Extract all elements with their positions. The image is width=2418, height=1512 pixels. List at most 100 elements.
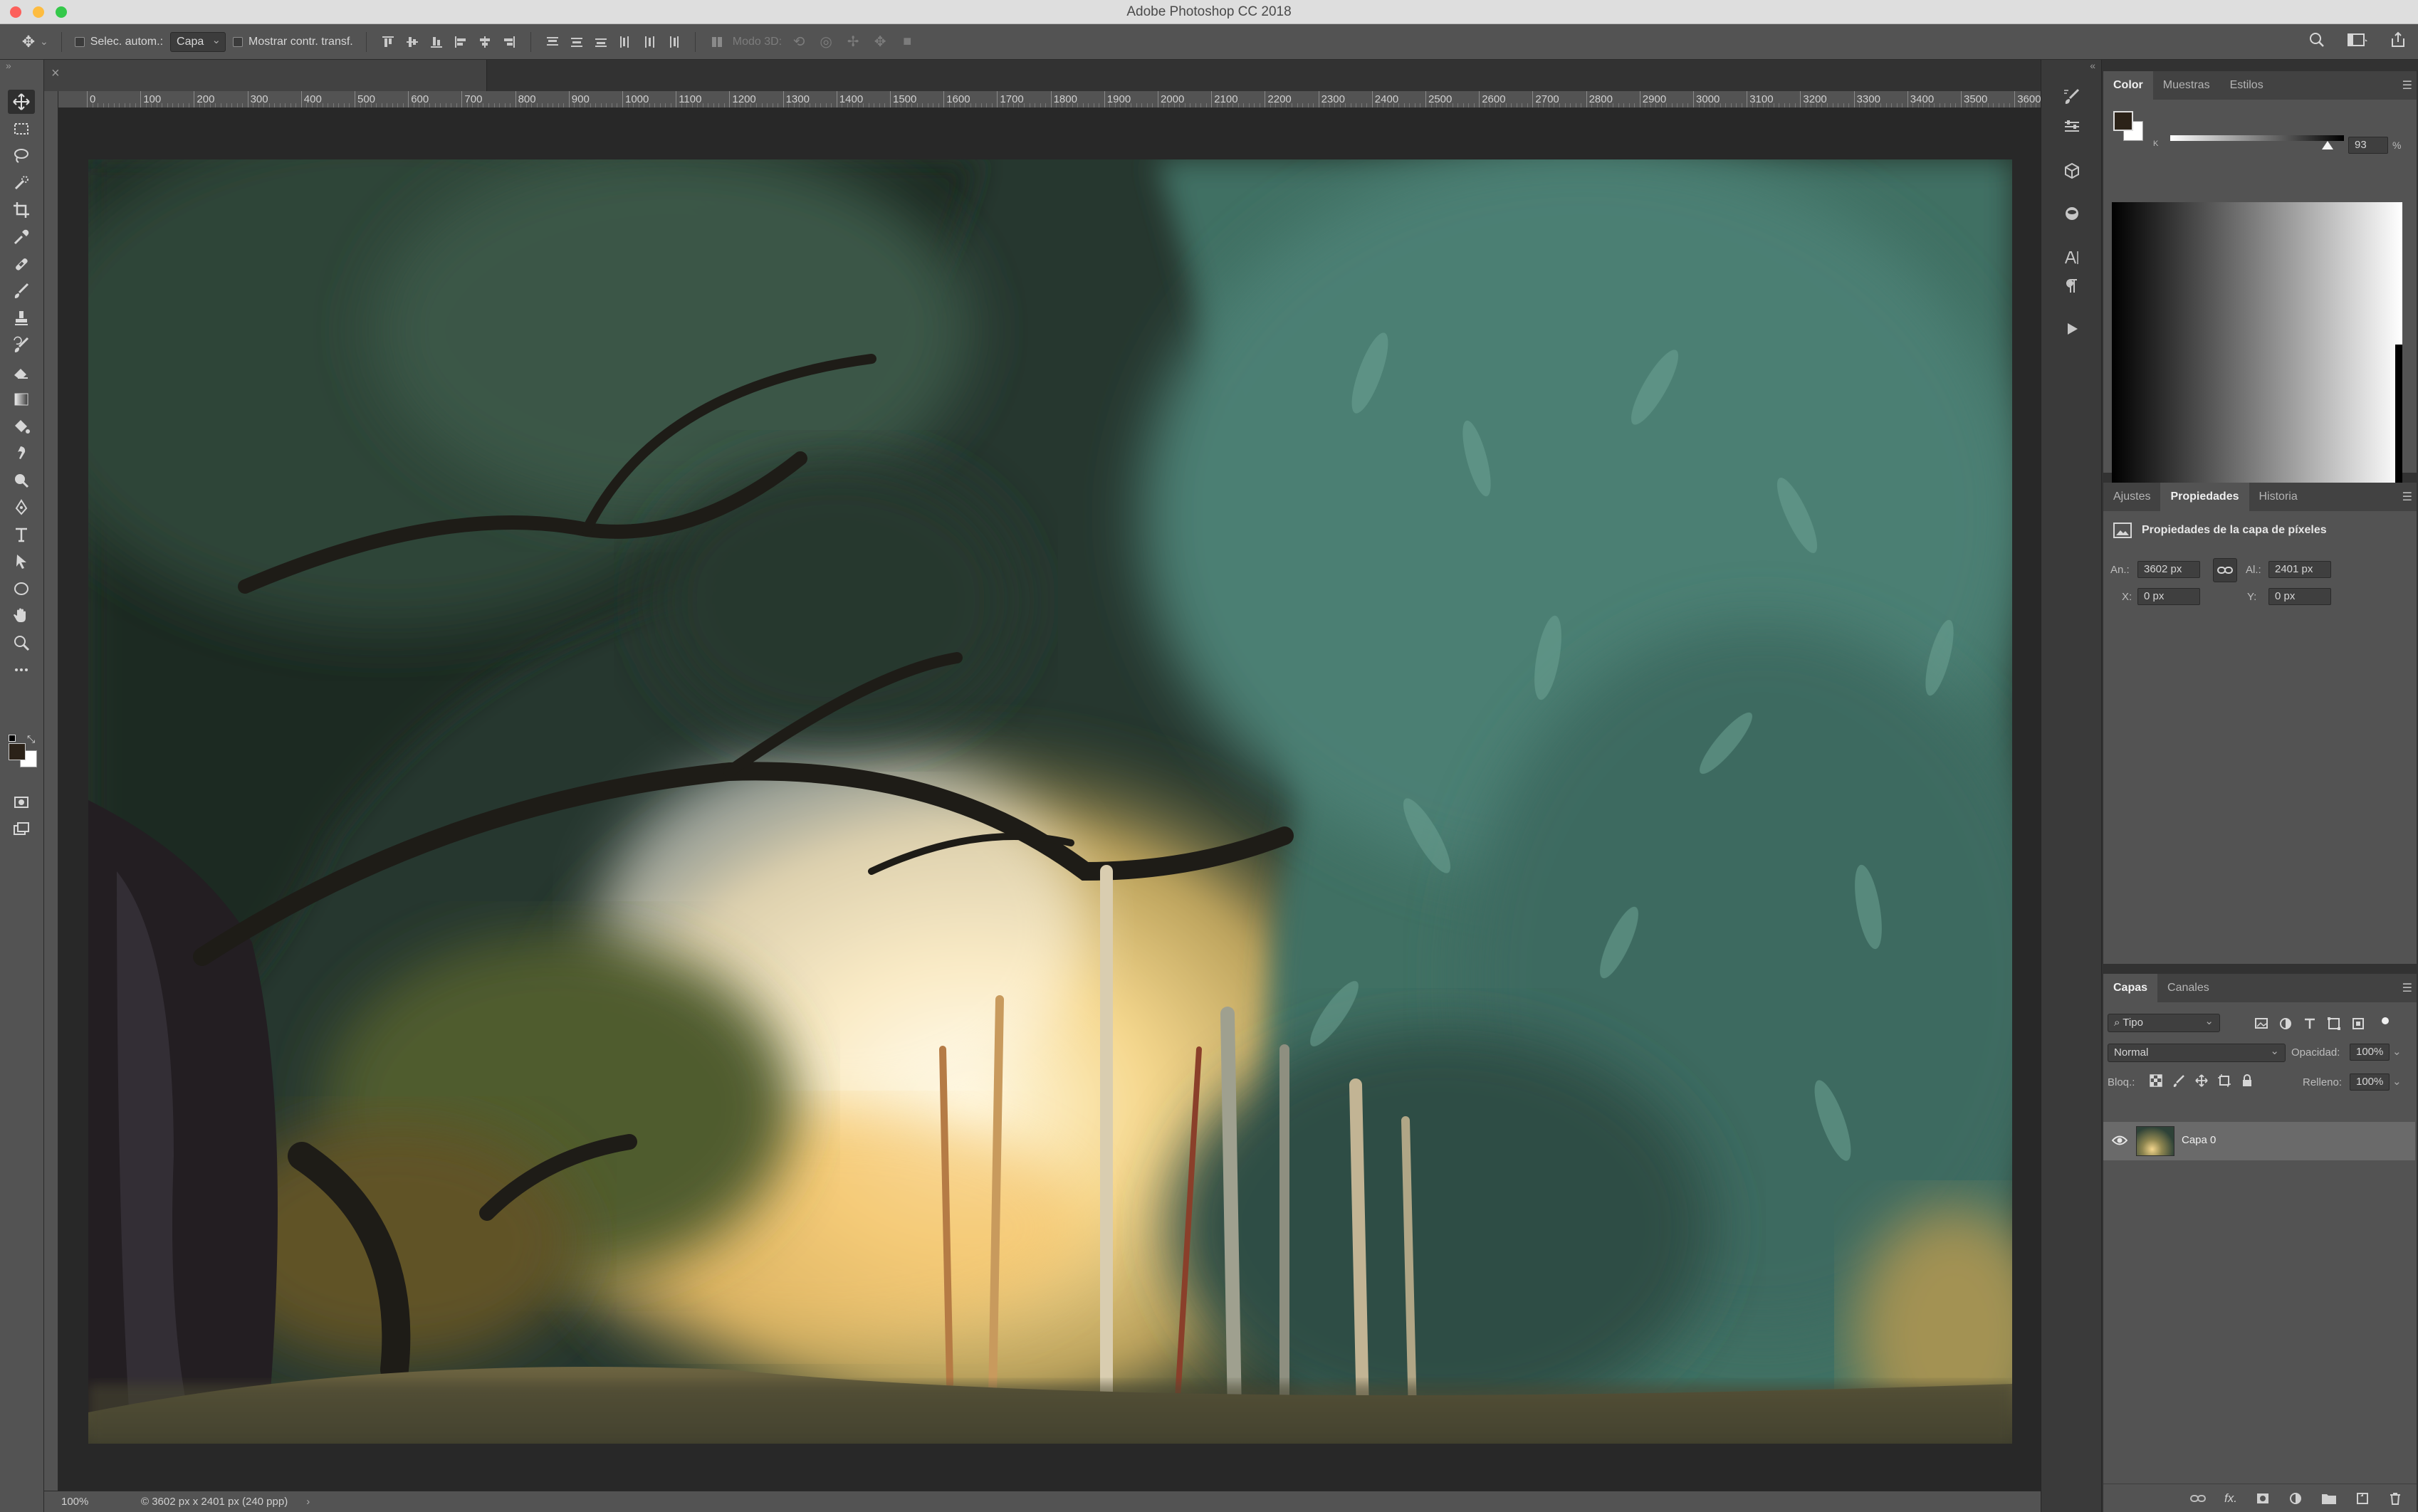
link-icon[interactable] [2213, 558, 2237, 582]
collapse-panel-icon[interactable]: » [6, 60, 11, 71]
roll-3d-icon[interactable]: ◎ [816, 33, 836, 51]
marquee-tool-icon[interactable] [8, 117, 35, 141]
ellipse-tool-icon[interactable] [8, 577, 35, 601]
healing-brush-tool-icon[interactable] [8, 252, 35, 276]
lock-transparent-pixels-icon[interactable] [2149, 1073, 2163, 1088]
paint-bucket-tool-icon[interactable] [8, 414, 35, 439]
panel-menu-icon[interactable]: ☰ [2402, 981, 2412, 995]
tab-swatches[interactable]: Muestras [2153, 71, 2220, 100]
chevron-down-icon[interactable]: ⌄ [2392, 1075, 2402, 1088]
eyedropper-tool-icon[interactable] [8, 225, 35, 249]
adjustments-icon[interactable] [2061, 115, 2083, 138]
layer-filter-dropdown[interactable]: ⌕ Tipo ⌄ [2108, 1014, 2220, 1032]
layer-row[interactable]: Capa 0 [2103, 1122, 2415, 1160]
search-icon[interactable] [2308, 31, 2325, 48]
brush-tool-icon[interactable] [8, 279, 35, 303]
align-horizontal-centers-icon[interactable] [476, 33, 493, 51]
panel-menu-icon[interactable]: ☰ [2402, 490, 2412, 504]
new-adjustment-layer-icon[interactable] [2288, 1491, 2303, 1506]
quick-selection-tool-icon[interactable] [8, 171, 35, 195]
lock-artboard-icon[interactable] [2217, 1073, 2231, 1088]
blend-mode-dropdown[interactable]: Normal ⌄ [2108, 1044, 2286, 1062]
filter-type-icon[interactable] [2303, 1017, 2317, 1031]
chevron-right-icon[interactable]: › [306, 1496, 310, 1508]
lock-image-pixels-icon[interactable] [2172, 1073, 2186, 1088]
distribute-top-icon[interactable] [544, 33, 561, 51]
eraser-tool-icon[interactable] [8, 360, 35, 384]
color-ramp[interactable] [2112, 202, 2402, 485]
layer-style-fx-icon[interactable]: fx. [2224, 1491, 2237, 1506]
document-tab[interactable]: × [44, 60, 487, 91]
distribute-vertical-centers-icon[interactable] [568, 33, 585, 51]
new-layer-icon[interactable] [2355, 1491, 2370, 1506]
horizontal-ruler[interactable]: 0 100 200 300 400 500 600 700 800 900 1000 1100 1200… [58, 91, 2041, 108]
brush-settings-icon[interactable] [2061, 85, 2083, 108]
x-input[interactable]: 0 px [2137, 588, 2200, 605]
swap-colors-icon[interactable]: ⤡ [27, 733, 35, 745]
dodge-tool-icon[interactable] [8, 468, 35, 493]
orbit-3d-icon[interactable]: ⟲ [789, 33, 809, 51]
filter-pixel-icon[interactable] [2254, 1017, 2268, 1031]
lasso-tool-icon[interactable] [8, 144, 35, 168]
show-transform-checkbox[interactable]: Mostrar contr. transf. [233, 36, 353, 48]
crop-tool-icon[interactable] [8, 198, 35, 222]
hand-tool-icon[interactable] [8, 604, 35, 628]
foreground-color-swatch[interactable] [2113, 111, 2133, 131]
auto-select-checkbox[interactable]: Selec. autom.: [74, 36, 163, 48]
zoom-level[interactable]: 100% [44, 1496, 124, 1508]
lock-position-icon[interactable] [2194, 1073, 2209, 1088]
align-bottom-edges-icon[interactable] [428, 33, 445, 51]
y-input[interactable]: 0 px [2268, 588, 2331, 605]
clone-stamp-tool-icon[interactable] [8, 306, 35, 330]
slide-3d-icon[interactable]: ✥ [870, 33, 890, 51]
document-image[interactable] [88, 159, 2012, 1444]
tab-color[interactable]: Color [2103, 71, 2153, 100]
tab-history[interactable]: Historia [2249, 483, 2308, 511]
path-selection-tool-icon[interactable] [8, 550, 35, 574]
filter-shape-icon[interactable] [2327, 1017, 2341, 1031]
panel-menu-icon[interactable]: ☰ [2402, 78, 2412, 93]
tab-channels[interactable]: Canales [2157, 974, 2219, 1002]
actions-play-icon[interactable] [2061, 317, 2083, 340]
chevron-down-icon[interactable]: ⌄ [2392, 1045, 2402, 1058]
k-slider-thumb[interactable] [2322, 141, 2333, 149]
opacity-input[interactable]: 100% [2350, 1044, 2390, 1061]
type-tool-icon[interactable] [8, 523, 35, 547]
tab-styles[interactable]: Estilos [2220, 71, 2273, 100]
fill-input[interactable]: 100% [2350, 1073, 2390, 1091]
vertical-ruler[interactable] [44, 91, 58, 1491]
width-input[interactable]: 3602 px [2137, 561, 2200, 578]
tab-properties[interactable]: Propiedades [2160, 483, 2249, 511]
align-vertical-centers-icon[interactable] [404, 33, 421, 51]
default-colors-icon[interactable] [9, 735, 16, 742]
3d-panel-icon[interactable] [2061, 159, 2083, 182]
screen-mode-icon[interactable] [8, 817, 35, 841]
close-tab-icon[interactable]: × [51, 65, 60, 82]
quick-mask-icon[interactable] [8, 790, 35, 814]
tab-adjustments[interactable]: Ajustes [2103, 483, 2160, 511]
delete-layer-icon[interactable] [2388, 1491, 2402, 1506]
distribute-bottom-icon[interactable] [592, 33, 609, 51]
scale-3d-icon[interactable]: ■ [897, 33, 917, 50]
auto-select-target-dropdown[interactable]: Capa [170, 31, 226, 52]
foreground-color-swatch[interactable] [9, 743, 26, 760]
eye-visibility-icon[interactable] [2112, 1134, 2127, 1147]
new-group-icon[interactable] [2321, 1492, 2337, 1505]
filter-smart-object-icon[interactable] [2351, 1017, 2365, 1031]
paragraph-icon[interactable] [2061, 275, 2083, 298]
color-swatches[interactable]: ⤡ [6, 733, 40, 770]
layer-name[interactable]: Capa 0 [2182, 1134, 2216, 1146]
k-value-input[interactable]: 93 [2348, 137, 2388, 154]
move-tool-icon[interactable] [8, 90, 35, 114]
checkbox-icon[interactable] [233, 36, 244, 47]
pen-tool-icon[interactable] [8, 495, 35, 520]
lock-all-icon[interactable] [2240, 1073, 2254, 1088]
align-top-edges-icon[interactable] [380, 33, 397, 51]
collapse-panel-icon[interactable]: « [2090, 60, 2095, 71]
add-mask-icon[interactable] [2256, 1491, 2270, 1506]
distribute-right-icon[interactable] [665, 33, 682, 51]
color-swatches[interactable] [2113, 111, 2146, 144]
filter-adjustment-icon[interactable] [2278, 1017, 2293, 1031]
distribute-horizontal-centers-icon[interactable] [641, 33, 658, 51]
auto-align-layers-icon[interactable] [708, 33, 726, 51]
